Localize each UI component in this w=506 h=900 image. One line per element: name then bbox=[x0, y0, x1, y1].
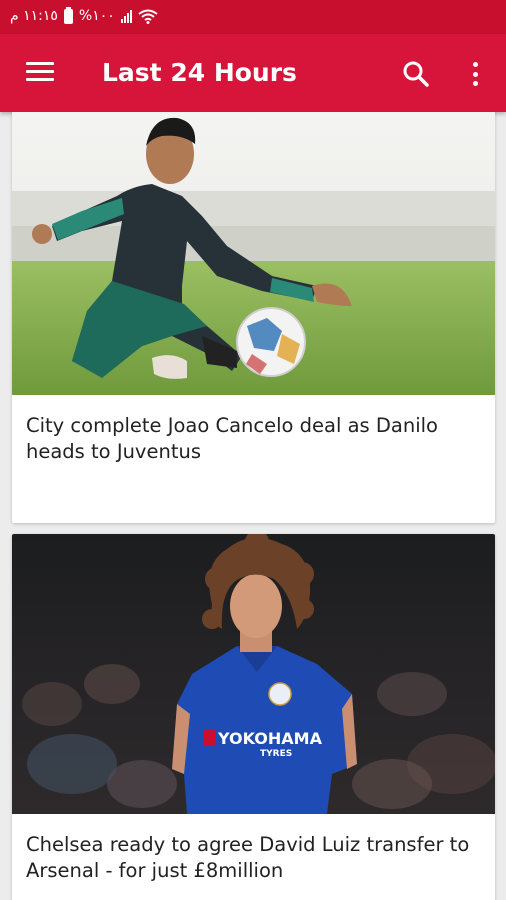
battery-level: %١٠٠ bbox=[78, 8, 115, 24]
signal-icon bbox=[120, 9, 132, 23]
app-bar: Last 24 Hours bbox=[0, 34, 506, 112]
menu-icon[interactable] bbox=[26, 62, 54, 84]
article-card[interactable]: City complete Joao Cancelo deal as Danil… bbox=[12, 112, 495, 523]
page-title: Last 24 Hours bbox=[102, 58, 297, 87]
more-options-icon[interactable] bbox=[466, 60, 484, 88]
article-image: YOKOHAMA TYRES bbox=[12, 534, 495, 814]
status-time: ١١:١٥ م bbox=[10, 8, 58, 24]
article-image bbox=[12, 112, 495, 395]
article-card[interactable]: YOKOHAMA TYRES Chelsea ready to agree Da… bbox=[12, 534, 495, 900]
article-headline[interactable]: City complete Joao Cancelo deal as Danil… bbox=[12, 395, 495, 465]
status-bar: ١١:١٥ م %١٠٠ bbox=[0, 0, 506, 34]
search-icon[interactable] bbox=[402, 60, 430, 88]
shirt-sponsor-sub: TYRES bbox=[260, 749, 292, 759]
news-feed[interactable]: City complete Joao Cancelo deal as Danil… bbox=[0, 112, 506, 900]
wifi-icon bbox=[138, 9, 158, 24]
shirt-sponsor: YOKOHAMA bbox=[217, 729, 323, 748]
article-headline[interactable]: Chelsea ready to agree David Luiz transf… bbox=[12, 814, 495, 884]
battery-icon bbox=[63, 6, 73, 24]
status-left: ١١:١٥ م %١٠٠ bbox=[10, 6, 158, 24]
